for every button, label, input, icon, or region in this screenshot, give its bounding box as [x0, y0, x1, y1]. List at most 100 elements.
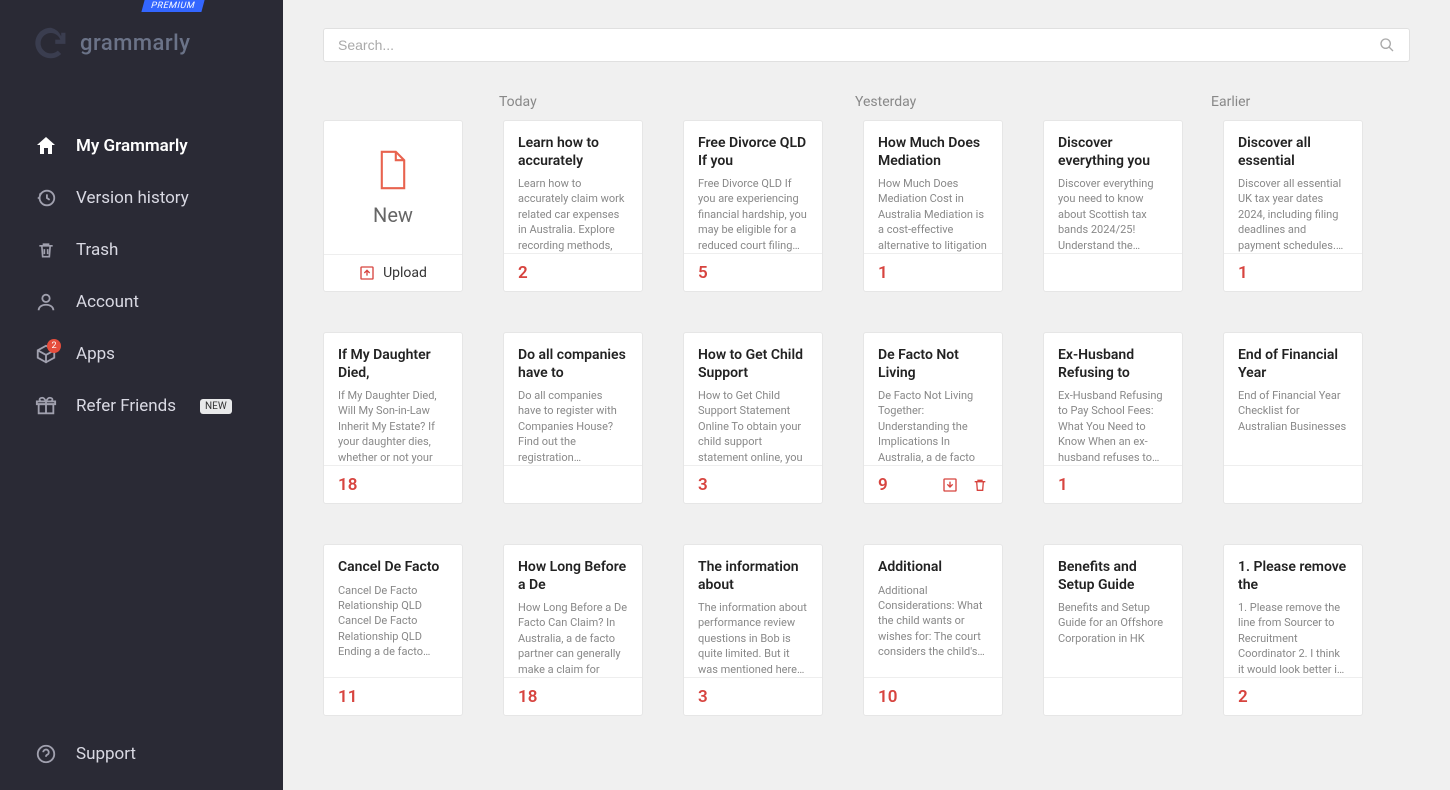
document-card[interactable]: If My Daughter Died,If My Daughter Died,…	[323, 332, 463, 504]
card-title: De Facto Not Living	[878, 347, 988, 382]
card-text: If My Daughter Died, Will My Son-in-Law …	[338, 388, 448, 465]
card-count: 1	[878, 263, 888, 283]
card-title: How Long Before a De	[518, 559, 628, 594]
document-card[interactable]: Additional Additional Considerations: Wha…	[863, 544, 1003, 716]
card-title: Ex-Husband Refusing to	[1058, 347, 1168, 382]
grammarly-logo-icon	[34, 26, 68, 60]
notification-badge: 2	[47, 339, 61, 353]
document-card[interactable]: How Long Before a De How Long Before a De…	[503, 544, 643, 716]
card-title: Discover everything you	[1058, 135, 1168, 170]
user-icon	[34, 290, 58, 314]
document-card[interactable]: Discover all essential Discover all essen…	[1223, 120, 1363, 292]
download-icon[interactable]	[942, 477, 958, 493]
card-count: 5	[698, 263, 708, 283]
card-count: 18	[518, 687, 537, 707]
logo-text: grammarly	[80, 31, 191, 56]
card-title: Cancel De Facto	[338, 559, 448, 577]
card-title: Do all companies have to	[518, 347, 628, 382]
card-count: 18	[338, 475, 357, 495]
upload-icon	[359, 265, 375, 281]
card-count: 9	[878, 475, 888, 495]
trash-icon	[34, 238, 58, 262]
card-text: Benefits and Setup Guide for an Offshore…	[1058, 600, 1168, 646]
sidebar: PREMIUM grammarly My Grammarly Version h…	[0, 0, 283, 790]
section-today: Today	[499, 94, 819, 110]
nav-label: Account	[76, 292, 139, 312]
nav-trash[interactable]: Trash	[0, 224, 283, 276]
gift-icon	[34, 394, 58, 418]
document-card[interactable]: Benefits and Setup Guide Benefits and Set…	[1043, 544, 1183, 716]
card-text: How Long Before a De Facto Can Claim? In…	[518, 600, 628, 677]
search-icon	[1379, 37, 1395, 53]
card-text: Additional Considerations: What the chil…	[878, 583, 988, 660]
card-text: Ex-Husband Refusing to Pay School Fees: …	[1058, 388, 1168, 465]
card-title: Free Divorce QLD If you	[698, 135, 808, 170]
document-card[interactable]: 1. Please remove the 1. Please remove the…	[1223, 544, 1363, 716]
card-text: De Facto Not Living Together: Understand…	[878, 388, 988, 465]
nav-apps[interactable]: 2 Apps	[0, 328, 283, 380]
document-card[interactable]: End of Financial YearEnd of Financial Ye…	[1223, 332, 1363, 504]
card-count: 2	[518, 263, 528, 283]
new-label: New	[373, 203, 413, 227]
card-text: Discover all essential UK tax year dates…	[1238, 176, 1348, 253]
card-text: End of Financial Year Checklist for Aust…	[1238, 388, 1348, 434]
card-count: 10	[878, 687, 897, 707]
card-text: Discover everything you need to know abo…	[1058, 176, 1168, 253]
card-title: 1. Please remove the	[1238, 559, 1348, 594]
document-card[interactable]: How to Get Child Support How to Get Child…	[683, 332, 823, 504]
card-count: 3	[698, 687, 708, 707]
section-yesterday: Yesterday	[855, 94, 1175, 110]
document-card[interactable]: The information about The information abo…	[683, 544, 823, 716]
search-input[interactable]	[338, 37, 1379, 53]
nav-my-grammarly[interactable]: My Grammarly	[0, 120, 283, 172]
card-title: The information about	[698, 559, 808, 594]
document-card[interactable]: How Much Does Mediation How Much Does Med…	[863, 120, 1003, 292]
card-title: How to Get Child Support	[698, 347, 808, 382]
upload-label: Upload	[383, 265, 427, 281]
card-title: Benefits and Setup Guide	[1058, 559, 1168, 594]
card-text: 1. Please remove the line from Sourcer t…	[1238, 600, 1348, 677]
card-title: Discover all essential	[1238, 135, 1348, 170]
document-card[interactable]: Learn how to accuratelyLearn how to accu…	[503, 120, 643, 292]
home-icon	[34, 134, 58, 158]
trash-icon[interactable]	[972, 477, 988, 493]
document-grid: New Upload Learn how to accuratelyLearn …	[323, 120, 1410, 716]
card-count: 1	[1058, 475, 1068, 495]
document-card[interactable]: Do all companies have to Do all companies…	[503, 332, 643, 504]
card-title: Learn how to accurately	[518, 135, 628, 170]
nav-label: Refer Friends	[76, 396, 176, 416]
document-card[interactable]: Ex-Husband Refusing to Ex-Husband Refusin…	[1043, 332, 1183, 504]
section-earlier: Earlier	[1211, 94, 1410, 110]
box-icon: 2	[34, 342, 58, 366]
section-headers: Today Yesterday Earlier	[323, 94, 1410, 110]
card-text: The information about performance review…	[698, 600, 808, 677]
document-card[interactable]: Discover everything you Discover everythi…	[1043, 120, 1183, 292]
nav-refer-friends[interactable]: Refer Friends NEW	[0, 380, 283, 432]
logo[interactable]: grammarly	[0, 0, 283, 80]
card-count: 2	[1238, 687, 1248, 707]
card-title: Additional	[878, 559, 988, 577]
card-count: 11	[338, 687, 357, 707]
card-text: How to Get Child Support Statement Onlin…	[698, 388, 808, 465]
nav-label: My Grammarly	[76, 136, 188, 156]
document-card[interactable]: Free Divorce QLD If youFree Divorce QLD …	[683, 120, 823, 292]
bottom-nav: Support	[0, 728, 283, 790]
new-badge: NEW	[200, 399, 232, 414]
help-icon	[34, 742, 58, 766]
card-title: How Much Does Mediation	[878, 135, 988, 170]
nav-account[interactable]: Account	[0, 276, 283, 328]
new-document-card[interactable]: New Upload	[323, 120, 463, 292]
search-box[interactable]	[323, 28, 1410, 62]
card-text: Cancel De Facto Relationship QLD Cancel …	[338, 583, 448, 660]
nav-version-history[interactable]: Version history	[0, 172, 283, 224]
upload-button[interactable]: Upload	[324, 254, 462, 291]
document-card[interactable]: Cancel De Facto Cancel De Facto Relations…	[323, 544, 463, 716]
card-text: Do all companies have to register with C…	[518, 388, 628, 465]
card-text: How Much Does Mediation Cost in Australi…	[878, 176, 988, 253]
history-icon	[34, 186, 58, 210]
nav-support[interactable]: Support	[0, 728, 283, 780]
main-content: Today Yesterday Earlier New Upload Learn…	[283, 0, 1450, 790]
premium-badge: PREMIUM	[142, 0, 205, 12]
document-card[interactable]: De Facto Not Living De Facto Not Living T…	[863, 332, 1003, 504]
page-icon	[376, 149, 410, 191]
